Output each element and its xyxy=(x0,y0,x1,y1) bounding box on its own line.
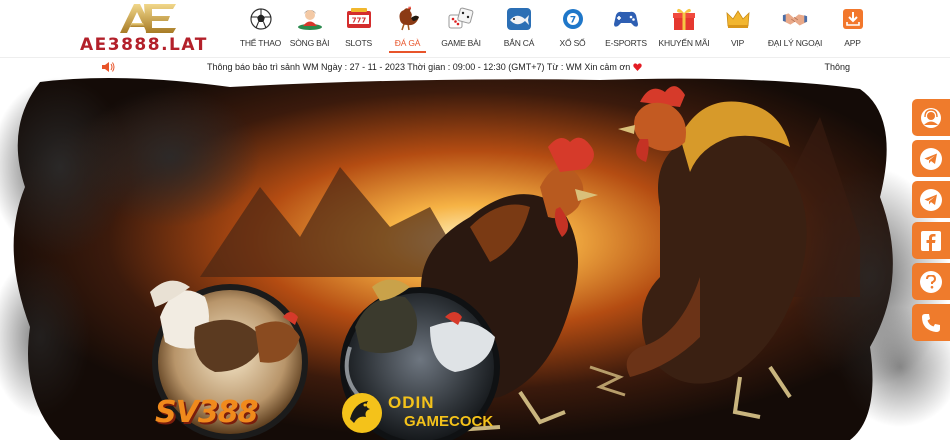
support-button[interactable] xyxy=(912,99,950,136)
brand-logo[interactable]: AE3888.LAT xyxy=(80,2,210,55)
svg-text:7: 7 xyxy=(569,16,575,26)
main-nav: THỂ THAO SÒNG BÀI 777 SLOTS ĐÁ GÀ GAME B… xyxy=(236,0,877,55)
header: AE3888.LAT THỂ THAO SÒNG BÀI 777 SLOTS Đ… xyxy=(0,0,950,55)
notice-marquee: Thông báo bảo trì sảnh WM Ngày : 27 - 11… xyxy=(207,62,642,72)
nav-slots[interactable]: 777 SLOTS xyxy=(334,0,383,55)
odin-logo-line2: GAMECOCK xyxy=(404,413,494,430)
nav-cardgames[interactable]: GAME BÀI xyxy=(432,0,490,55)
nav-cockfight[interactable]: ĐÁ GÀ xyxy=(383,0,432,55)
nav-app[interactable]: APP xyxy=(828,0,877,55)
dice-icon xyxy=(448,6,474,32)
nav-promotions[interactable]: KHUYẾN MÃI xyxy=(655,0,713,55)
support-icon xyxy=(921,107,941,128)
sv388-logo-text: SV388 xyxy=(155,395,258,430)
nav-casino[interactable]: SÒNG BÀI xyxy=(285,0,334,55)
nav-label: THỂ THAO xyxy=(239,38,282,48)
slot-machine-icon: 777 xyxy=(346,6,372,32)
phone-button[interactable] xyxy=(912,304,950,341)
question-icon xyxy=(920,270,942,293)
nav-label: KHUYẾN MÃI xyxy=(658,38,710,48)
notice-tail: Thông xyxy=(824,62,850,72)
sv388-logo[interactable]: SV388 xyxy=(155,395,305,440)
facebook-button[interactable] xyxy=(912,222,950,259)
speaker-icon xyxy=(102,62,115,72)
rooster-icon xyxy=(395,6,421,32)
banner-artwork xyxy=(0,77,950,440)
facebook-icon xyxy=(921,230,941,251)
dealer-icon xyxy=(297,6,323,32)
nav-sports[interactable]: THỂ THAO xyxy=(236,0,285,55)
telegram-icon xyxy=(920,188,942,211)
soccer-ball-icon xyxy=(248,6,274,32)
nav-lottery[interactable]: 7 XỔ SỐ xyxy=(548,0,597,55)
nav-label: GAME BÀI xyxy=(441,38,481,48)
nav-label: E-SPORTS xyxy=(605,38,647,48)
heart-icon xyxy=(633,63,642,71)
gamepad-icon xyxy=(613,6,639,32)
notice-message: Thông báo bảo trì sảnh WM Ngày : 27 - 11… xyxy=(207,62,631,72)
svg-text:777: 777 xyxy=(351,17,366,25)
gift-icon xyxy=(671,6,697,32)
crown-icon xyxy=(725,6,751,32)
hero-banner[interactable]: SV388 ODIN GAMECOCK xyxy=(0,77,950,440)
nav-label: SLOTS xyxy=(345,38,372,48)
odin-bird-icon xyxy=(342,393,382,433)
download-icon xyxy=(840,6,866,32)
nav-label: ĐÁ GÀ xyxy=(394,38,421,48)
help-button[interactable] xyxy=(912,263,950,300)
lottery-ball-icon: 7 xyxy=(560,6,586,32)
odin-logo-line1: ODIN xyxy=(388,393,435,412)
nav-agency[interactable]: ĐẠI LÝ NGOẠI xyxy=(762,0,828,55)
ae-logo-mark xyxy=(120,4,176,33)
fish-icon xyxy=(506,6,532,32)
telegram-icon xyxy=(920,147,942,170)
nav-label: BẮN CÁ xyxy=(503,38,535,48)
telegram-button-2[interactable] xyxy=(912,181,950,218)
nav-fishing[interactable]: BẮN CÁ xyxy=(490,0,548,55)
nav-label: XỔ SỐ xyxy=(559,38,586,48)
telegram-button-1[interactable] xyxy=(912,140,950,177)
nav-label: SÒNG BÀI xyxy=(289,38,330,48)
handshake-icon xyxy=(782,6,808,32)
nav-label: ĐẠI LÝ NGOẠI xyxy=(767,38,823,48)
floating-contact-bar xyxy=(912,99,950,345)
nav-label: APP xyxy=(844,38,861,48)
notice-bar: Thông báo bảo trì sảnh WM Ngày : 27 - 11… xyxy=(0,57,950,77)
phone-icon xyxy=(922,313,940,332)
brand-name: AE3888.LAT xyxy=(80,35,208,55)
nav-esports[interactable]: E-SPORTS xyxy=(597,0,655,55)
nav-label: VIP xyxy=(730,38,745,48)
odin-gamecock-logo[interactable]: ODIN GAMECOCK xyxy=(340,389,500,439)
nav-vip[interactable]: VIP xyxy=(713,0,762,55)
